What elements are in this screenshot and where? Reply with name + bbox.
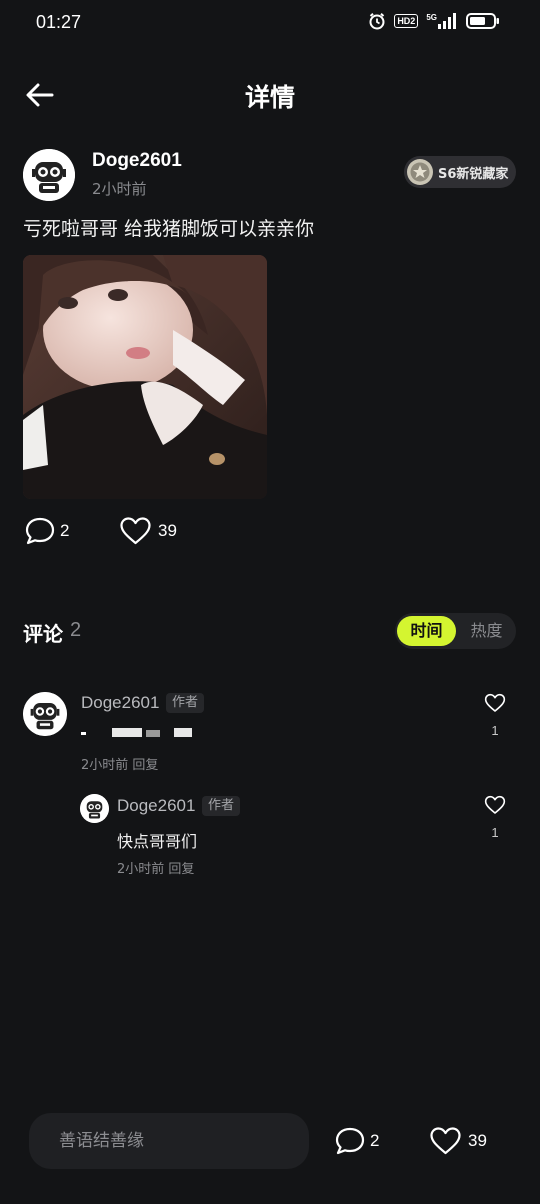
sort-by-time-button[interactable]: 时间: [397, 616, 456, 646]
comment-input[interactable]: 善语结善缘: [29, 1113, 309, 1169]
reply-avatar[interactable]: [80, 794, 109, 823]
comment-meta[interactable]: 2小时前 回复: [81, 754, 158, 773]
heart-icon: [484, 693, 506, 712]
comment-icon: [25, 517, 55, 545]
author-avatar[interactable]: [23, 149, 75, 201]
heart-icon: [484, 795, 506, 814]
reply-author[interactable]: Doge2601: [117, 796, 195, 816]
bottom-comment-count: 2: [370, 1131, 380, 1150]
robot-avatar-icon: [80, 794, 109, 823]
comment-like-button[interactable]: 1: [480, 693, 510, 738]
signal-icon: 5G: [426, 13, 458, 29]
post-photo: [23, 255, 267, 499]
heart-icon: [430, 1127, 461, 1155]
post-content: 亏死啦哥哥 给我猪脚饭可以亲亲你: [23, 218, 315, 240]
medal-icon: [407, 159, 433, 185]
reply-text: 快点哥哥们: [117, 832, 198, 851]
comment-author[interactable]: Doge2601: [81, 693, 159, 713]
network-type-label: 5G: [426, 13, 437, 22]
page-title: 详情: [244, 83, 295, 112]
reply-like-count: 1: [491, 825, 499, 840]
post-like-button[interactable]: 39: [119, 516, 177, 546]
post-comment-button[interactable]: 2: [24, 516, 69, 546]
reply-like-button[interactable]: 1: [480, 795, 510, 840]
comment-avatar[interactable]: [23, 692, 67, 736]
reply-meta[interactable]: 2小时前 回复: [117, 858, 194, 877]
post-time: 2小时前: [92, 180, 147, 198]
comments-title: 评论: [23, 622, 63, 646]
status-time: 01:27: [36, 12, 82, 32]
bottom-like-count: 39: [468, 1131, 487, 1150]
alarm-icon: [369, 13, 385, 30]
bottom-comment-button[interactable]: 2: [334, 1126, 379, 1156]
comments-count: 2: [70, 619, 82, 641]
collector-badge-label: S6新锐藏家: [438, 166, 509, 182]
author-name[interactable]: Doge2601: [92, 150, 182, 172]
status-icons: HD2 5G: [368, 12, 500, 30]
robot-avatar-icon: [23, 692, 67, 736]
comment-icon: [335, 1127, 365, 1155]
battery-icon: [466, 13, 499, 29]
comment-like-count: 1: [491, 723, 499, 738]
status-bar: 01:27 HD2 5G: [0, 0, 540, 46]
heart-icon: [120, 517, 151, 545]
sort-toggle: 时间 热度: [395, 613, 516, 649]
bottom-like-button[interactable]: 39: [429, 1126, 487, 1156]
author-tag: 作者: [202, 796, 241, 816]
hd-voice-icon: HD2: [394, 14, 419, 28]
author-tag: 作者: [166, 693, 205, 713]
post-comment-count: 2: [60, 521, 70, 540]
robot-avatar-icon: [23, 149, 75, 201]
sort-by-hot-button[interactable]: 热度: [459, 616, 514, 646]
post-image[interactable]: [23, 255, 267, 499]
post-like-count: 39: [158, 521, 177, 540]
collector-badge[interactable]: S6新锐藏家: [404, 156, 516, 188]
